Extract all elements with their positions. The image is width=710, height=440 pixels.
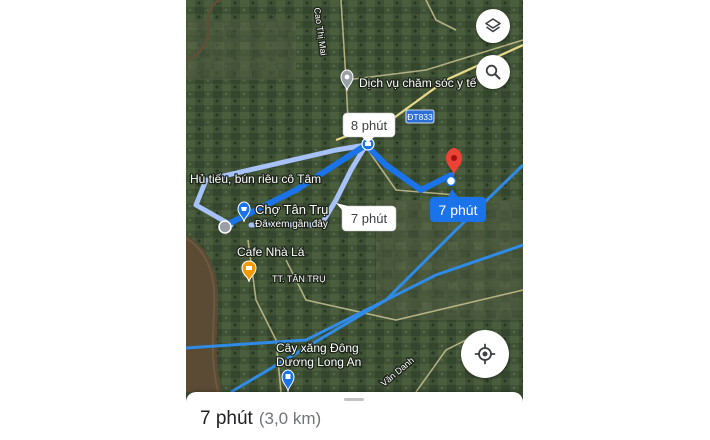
place-sublabel: Đã xem gần đây [255,218,328,230]
route-summary-sheet[interactable]: 7 phút (3,0 km) [186,392,523,440]
my-location-icon [474,343,496,365]
svg-text:7 phút: 7 phút [439,202,478,218]
layers-icon [485,18,501,33]
place-label: Chợ Tân Trụ [255,202,328,217]
my-location-button[interactable] [461,330,509,378]
search-button[interactable] [476,55,510,89]
route-summary: 7 phút (3,0 km) [200,408,321,430]
route-duration: 7 phút [200,408,253,429]
layers-button[interactable] [476,9,510,43]
svg-text:7 phút: 7 phút [351,211,388,226]
svg-text:ĐT833: ĐT833 [407,112,433,122]
route-callout-alt-bottom[interactable]: 7 phút [336,203,397,232]
search-icon [485,64,501,80]
place-label: Cafe Nhà Lá [237,245,305,259]
road-shield: ĐT833 [405,109,435,124]
phone-screen: Cao Thị Mai Dịch vụ chăm sóc y tế Hủ tiế… [186,0,523,440]
svg-text:8 phút: 8 phút [351,118,388,133]
place-label: Dịch vụ chăm sóc y tế [359,76,477,90]
drag-handle[interactable] [344,398,364,401]
place-label: Dương Long An [276,355,361,369]
place-label: Hủ tiếu, bún riêu cô Tâm [190,172,321,186]
area-label: TT. TÂN TRỤ [272,274,326,284]
place-label: Cây xăng Đông [276,341,359,355]
route-distance: (3,0 km) [258,409,322,428]
origin-dot [218,220,232,234]
